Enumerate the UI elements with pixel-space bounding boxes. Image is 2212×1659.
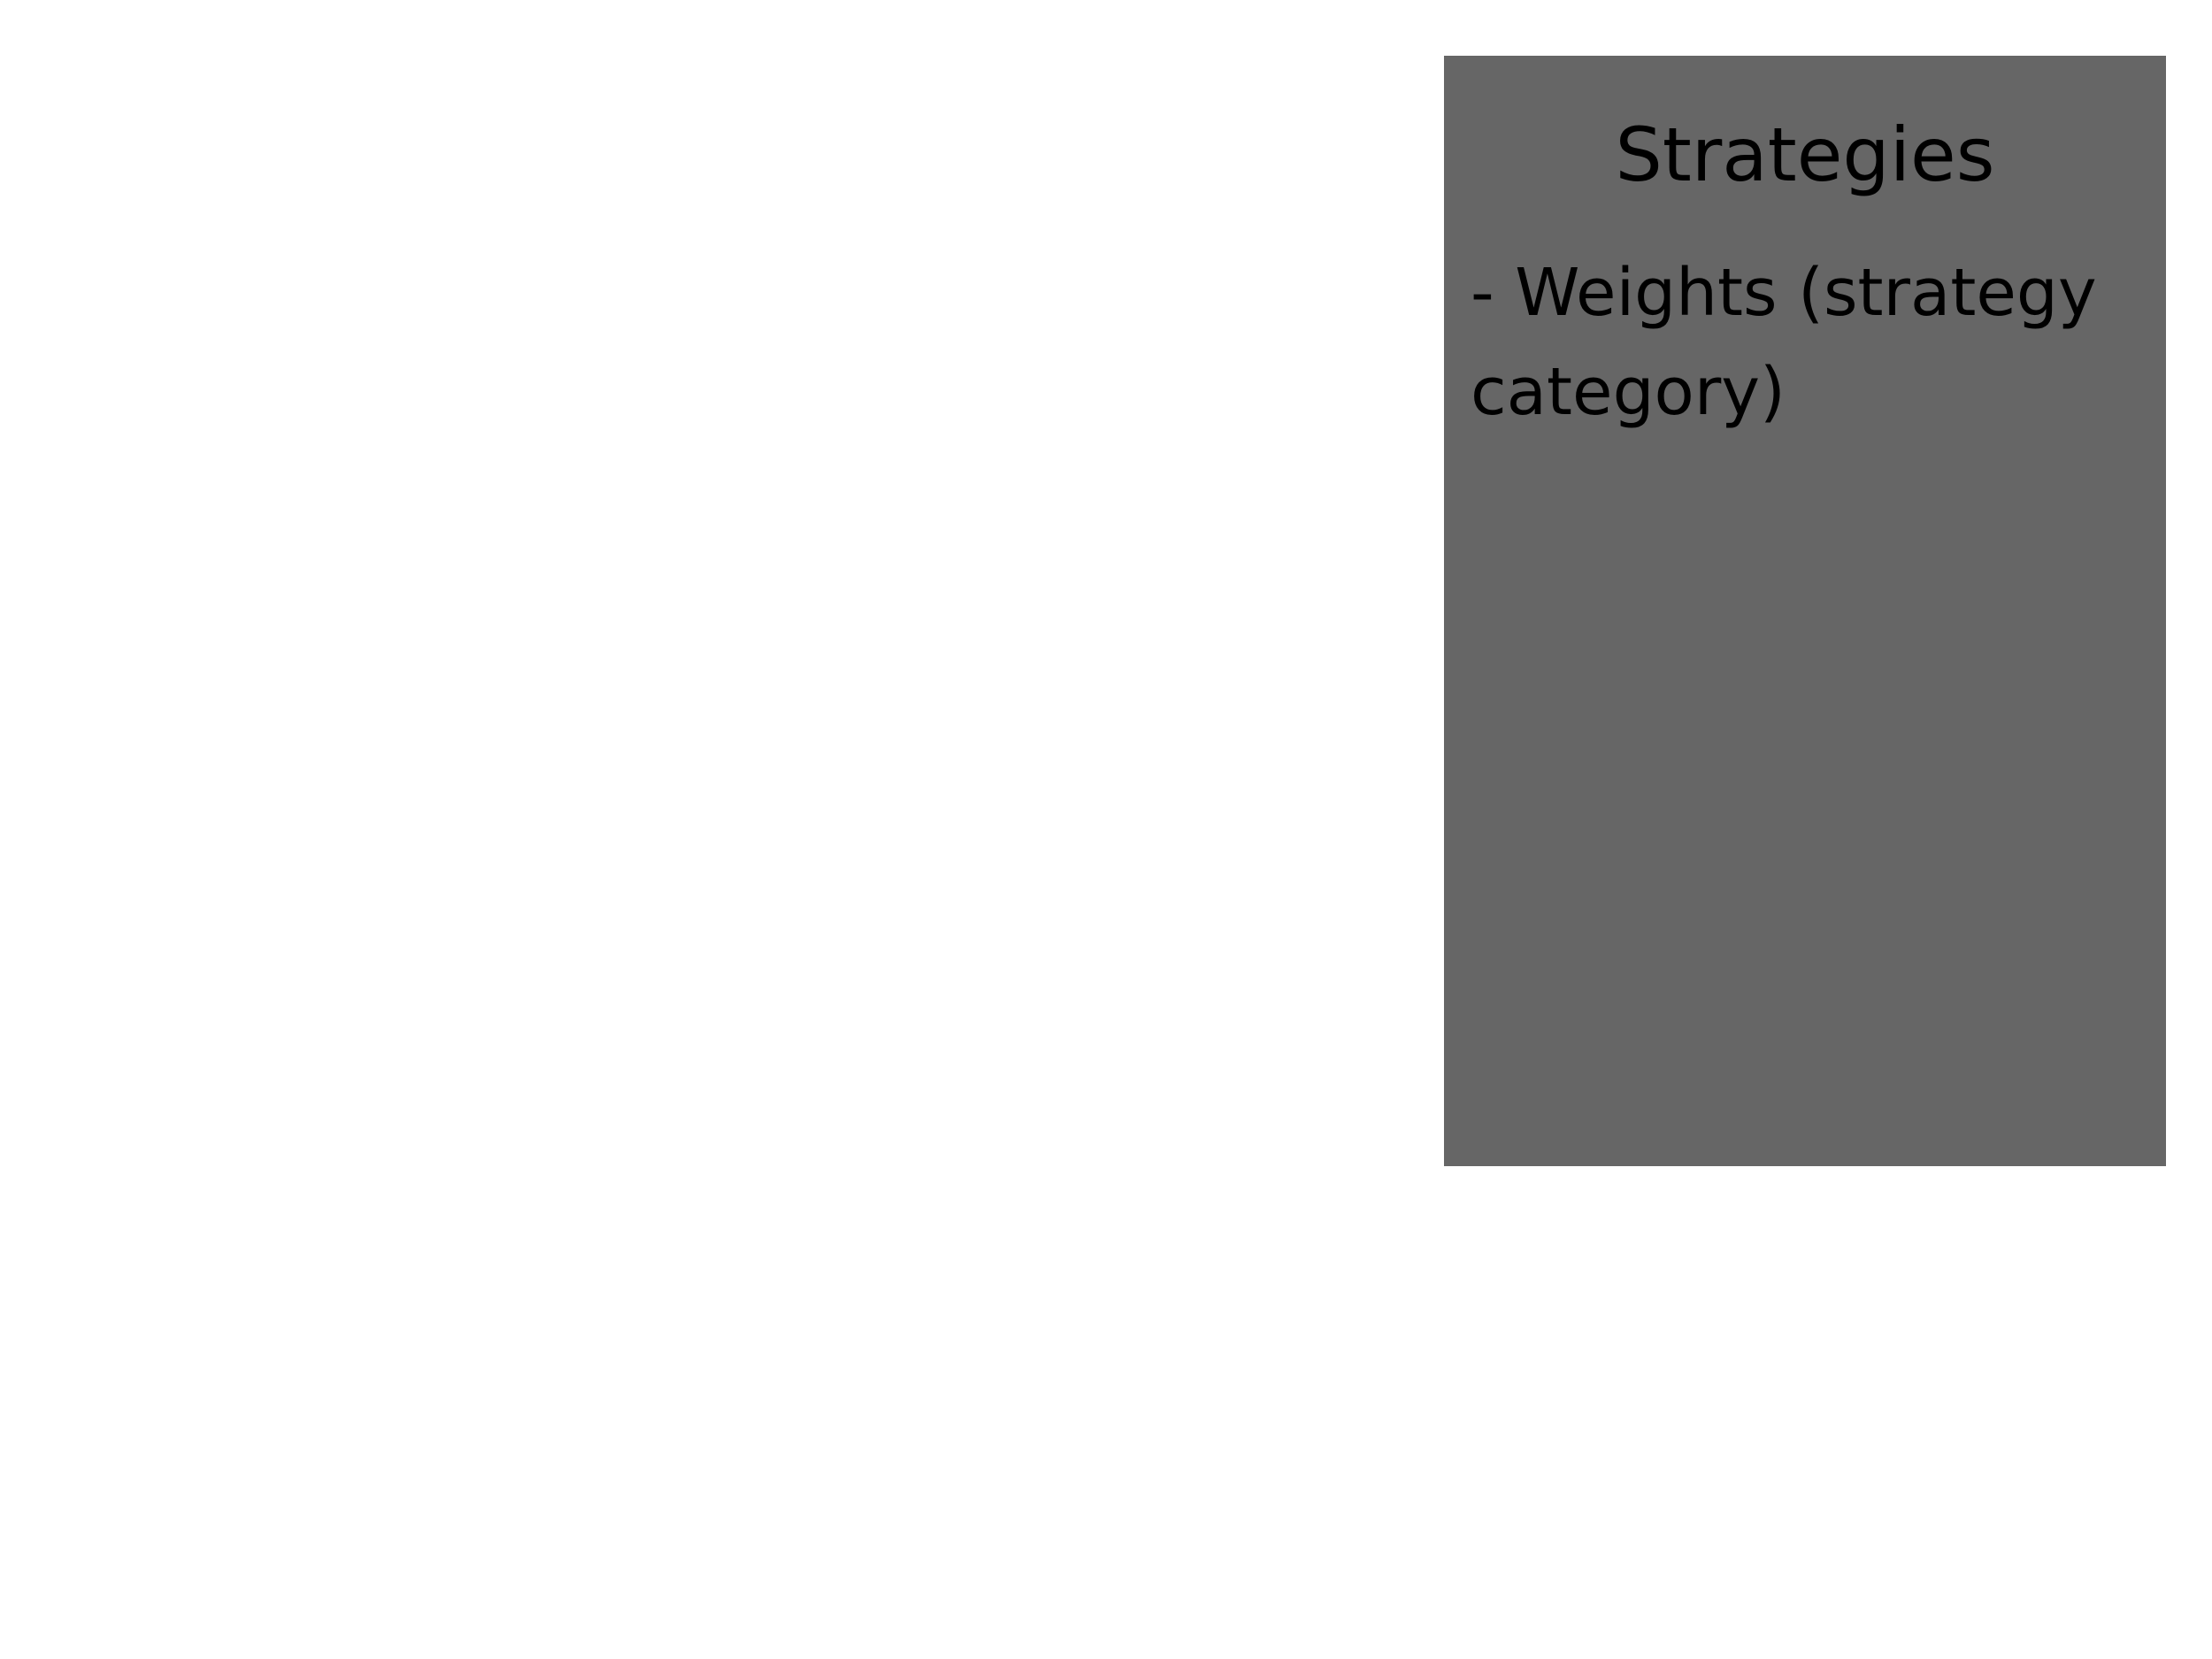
panel-item: - Weights (strategy category) <box>1471 255 2097 430</box>
slide: Strategies - Weights (strategy category) <box>0 0 2212 1659</box>
panel-title: Strategies <box>1615 111 1995 198</box>
strategies-panel: Strategies - Weights (strategy category) <box>1444 56 2166 1166</box>
